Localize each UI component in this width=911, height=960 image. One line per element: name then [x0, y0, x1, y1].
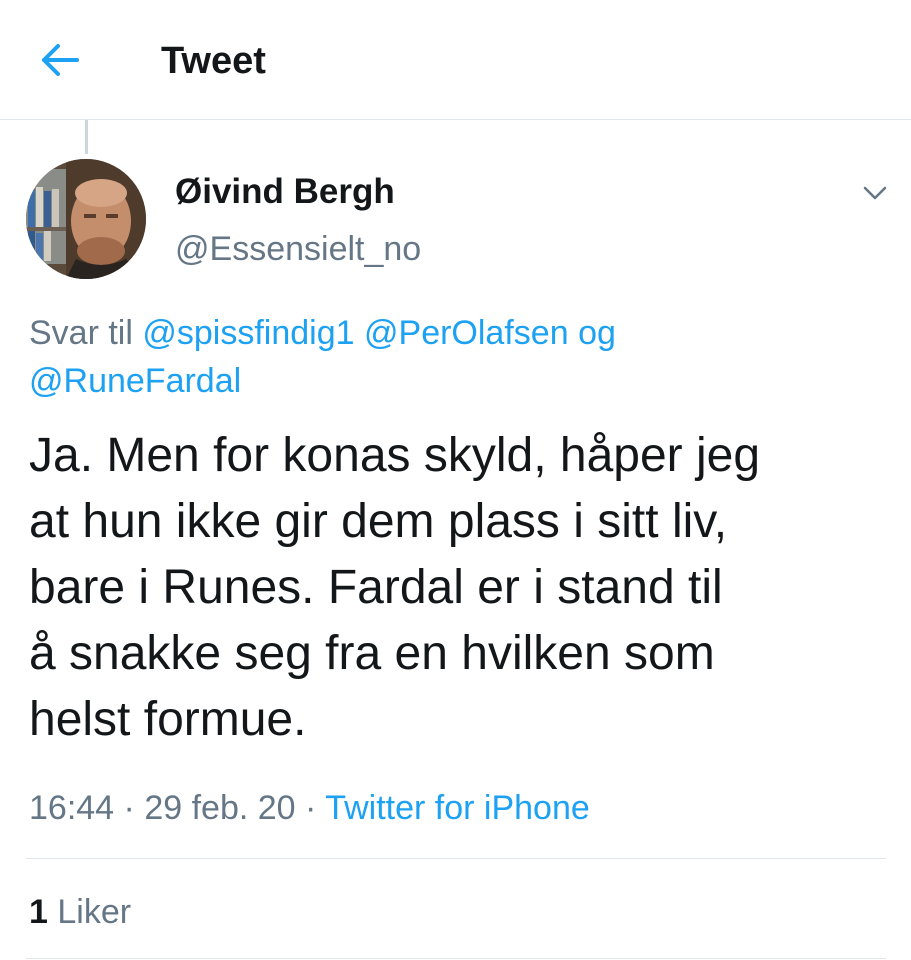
arrow-left-icon	[42, 44, 79, 76]
reply-to-prefix: Svar til	[29, 314, 133, 352]
profile-photo	[26, 159, 146, 279]
divider	[26, 858, 886, 859]
thread-connector-line	[85, 120, 88, 154]
reply-to-conjunction: og	[578, 314, 616, 352]
author-handle[interactable]: @Essensielt_no	[175, 228, 421, 270]
meta-separator: ·	[123, 789, 135, 827]
likes-number: 1	[29, 893, 48, 931]
meta-separator: ·	[305, 789, 317, 827]
top-bar: Tweet	[0, 0, 911, 120]
tweet-body-text: Ja. Men for konas skyld, håper jeg at hu…	[29, 429, 761, 746]
tweet-metadata: 16:44 · 29 feb. 20 · Twitter for iPhone	[29, 786, 590, 830]
tweet-menu-button[interactable]	[855, 178, 895, 208]
chevron-down-icon	[863, 186, 887, 200]
tweet-source-link[interactable]: Twitter for iPhone	[325, 789, 590, 827]
page-title: Tweet	[161, 40, 266, 82]
tweet-date: 29 feb. 20	[144, 789, 296, 827]
divider	[26, 958, 886, 959]
back-button[interactable]	[36, 40, 84, 80]
tweet-time: 16:44	[29, 789, 115, 827]
mention-link[interactable]: @spissfindig1	[142, 314, 354, 352]
author-display-name[interactable]: Øivind Bergh	[175, 171, 395, 213]
likes-label: Liker	[57, 893, 132, 931]
mention-link[interactable]: @RuneFardal	[29, 362, 241, 400]
avatar[interactable]	[26, 159, 146, 279]
mention-link[interactable]: @PerOlafsen	[364, 314, 569, 352]
likes-count[interactable]: 1 Liker	[29, 890, 131, 934]
reply-to-line: Svar til @spissfindig1 @PerOlafsen og @R…	[29, 309, 879, 405]
